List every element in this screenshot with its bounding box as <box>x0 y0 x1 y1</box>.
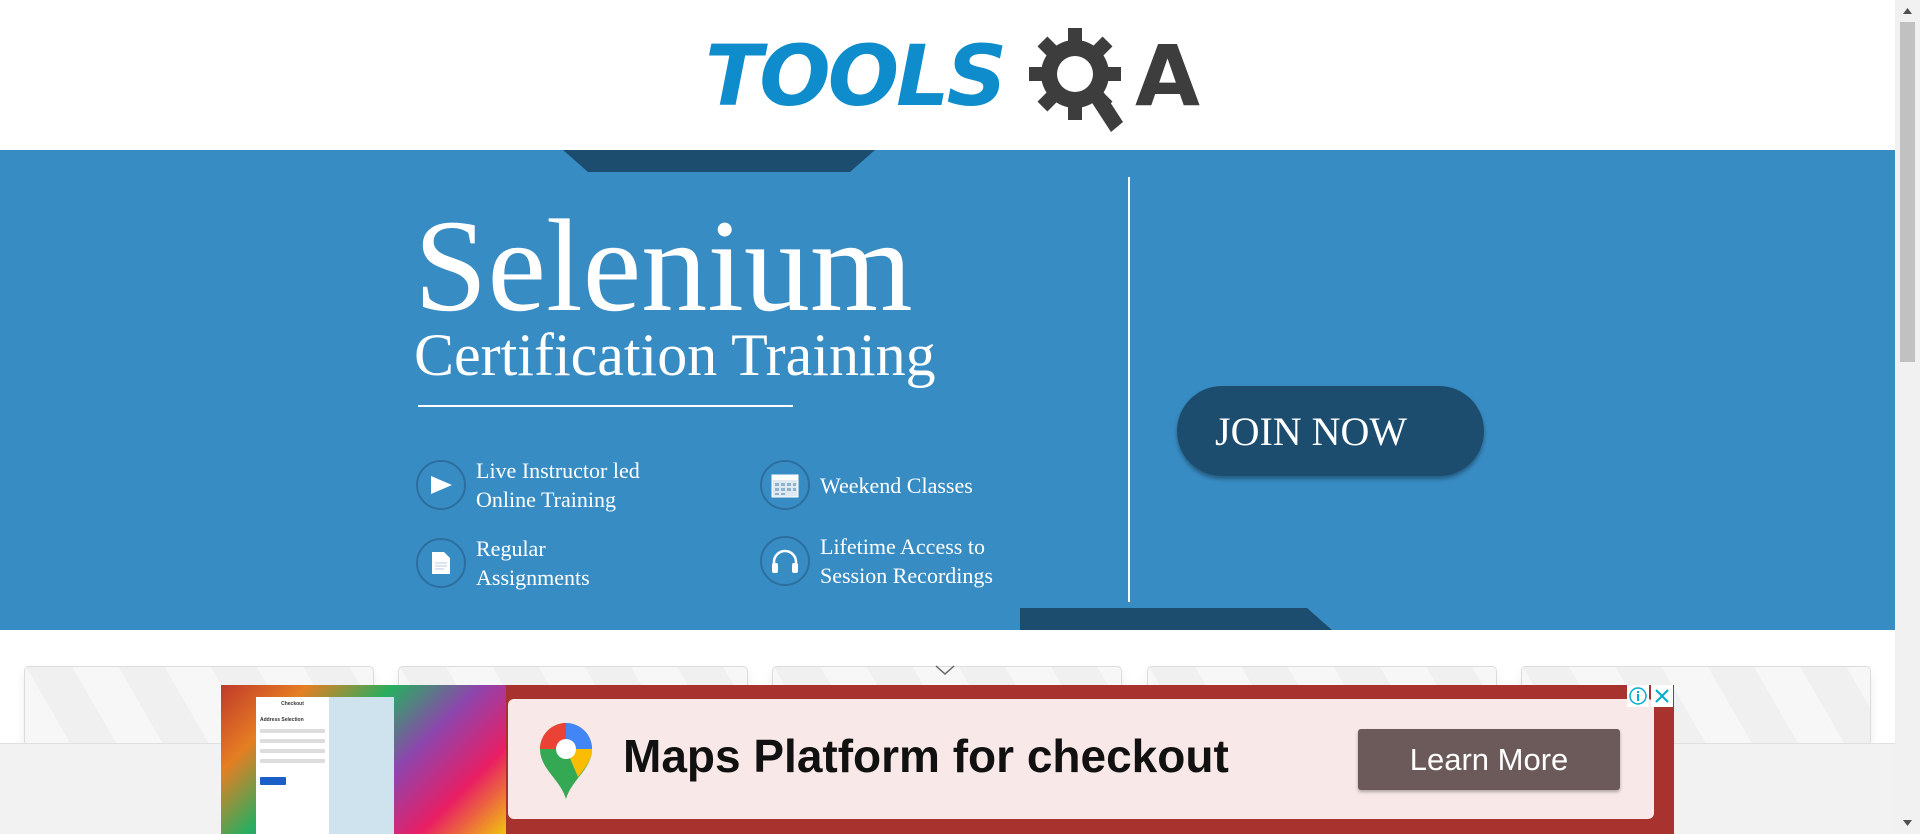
ad-headline: Maps Platform for checkout <box>623 730 1229 782</box>
feature-live-training: Live Instructor led Online Training <box>416 456 640 514</box>
headphones-icon <box>760 536 810 586</box>
gear-magnifier-icon <box>1029 28 1123 132</box>
ad-form-title: Checkout <box>281 701 304 707</box>
logo-text-a: A <box>1135 27 1201 125</box>
ad-content-card[interactable]: Maps Platform for checkout Learn More <box>508 699 1654 819</box>
feature-assignments: Regular Assignments <box>416 534 590 592</box>
scroll-up-arrow-icon[interactable] <box>1895 0 1920 22</box>
calendar-icon <box>760 460 810 510</box>
feature-label: Live Instructor led Online Training <box>476 458 640 512</box>
ad-thumbnail-form: Checkout Address Selection <box>256 697 329 834</box>
banner-stripe-bottom <box>1020 608 1332 630</box>
banner-subtitle: Certification Training <box>414 322 936 388</box>
feature-weekend-classes: Weekend Classes <box>760 460 973 510</box>
banner-underline <box>418 405 793 407</box>
feature-label: Lifetime Access to Session Recordings <box>820 534 993 588</box>
feature-label: Weekend Classes <box>820 472 973 498</box>
banner-stripe-top <box>563 150 875 172</box>
learn-more-button[interactable]: Learn More <box>1358 729 1620 790</box>
maps-platform-ad[interactable]: Checkout Address Selection Maps Platform… <box>221 685 1674 834</box>
chevron-down-icon[interactable] <box>934 663 956 677</box>
scrollbar-thumb[interactable] <box>1900 22 1915 362</box>
ad-info-icon[interactable] <box>1627 685 1649 707</box>
play-icon <box>416 460 466 510</box>
ad-thumbnail-image: Checkout Address Selection <box>221 685 506 834</box>
banner-title: Selenium <box>414 192 913 339</box>
document-icon <box>416 538 466 588</box>
scroll-down-arrow-icon[interactable] <box>1895 812 1920 834</box>
ad-close-icon[interactable] <box>1651 685 1673 707</box>
selenium-training-banner[interactable]: Selenium Certification Training Live Ins… <box>0 150 1895 630</box>
maps-pin-icon <box>540 723 592 799</box>
logo-text-tools: TOOLS <box>705 27 1007 125</box>
toolsqa-logo[interactable]: TOOLS A <box>705 22 1200 137</box>
ad-form-section: Address Selection <box>260 717 304 723</box>
vertical-scrollbar[interactable] <box>1895 0 1920 834</box>
join-now-button[interactable]: JOIN NOW <box>1177 386 1484 476</box>
site-header: TOOLS A <box>0 0 1895 150</box>
feature-label: Regular Assignments <box>476 536 590 590</box>
feature-recordings: Lifetime Access to Session Recordings <box>760 532 993 590</box>
banner-divider <box>1128 177 1130 602</box>
